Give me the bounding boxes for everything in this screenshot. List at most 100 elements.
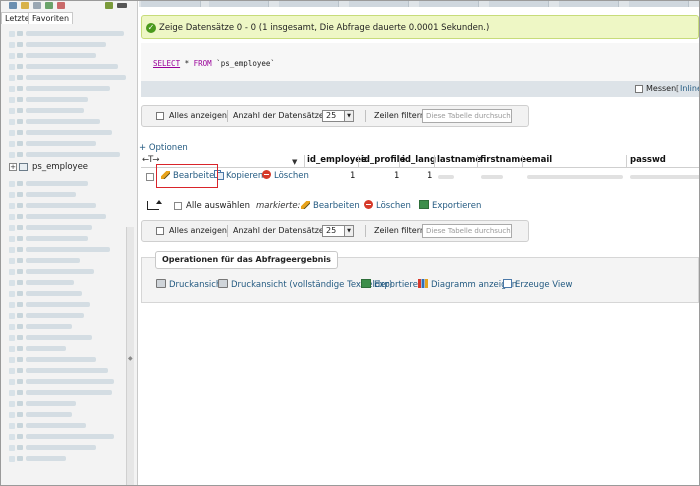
list-item[interactable]: [5, 234, 129, 243]
cell-lastname-blurred: [438, 175, 454, 179]
list-item[interactable]: [5, 73, 129, 82]
bulk-delete-link[interactable]: Löschen: [364, 198, 411, 214]
rows-select[interactable]: 25 ▼: [322, 225, 354, 237]
print-icon: [156, 279, 166, 288]
column-header-lastname[interactable]: lastname: [437, 153, 481, 167]
row-copy-link[interactable]: Kopieren: [214, 168, 263, 184]
profiling-label: Messen: [646, 84, 677, 93]
cell-email-blurred: [527, 175, 623, 179]
tab-sql[interactable]: [279, 1, 339, 7]
list-item[interactable]: [5, 51, 129, 60]
column-header-firstname[interactable]: firstname: [480, 153, 526, 167]
tab-import[interactable]: [559, 1, 619, 7]
list-item[interactable]: [5, 223, 129, 232]
row-checkbox[interactable]: [146, 173, 154, 181]
filter-input[interactable]: Diese Tabelle durchsuchen: [422, 109, 512, 123]
link-icon[interactable]: [117, 3, 127, 8]
list-item[interactable]: [5, 201, 129, 210]
main-content: ✓ Zeige Datensätze 0 - 0 (1 insgesamt, D…: [139, 1, 699, 485]
list-item[interactable]: [5, 311, 129, 320]
filter-label: Zeilen filtern:: [374, 111, 428, 120]
list-item[interactable]: [5, 388, 129, 397]
sidebar-item-ps-employee[interactable]: + ps_employee: [5, 161, 129, 173]
home-icon[interactable]: [9, 2, 17, 9]
tab-search[interactable]: [349, 1, 409, 7]
list-item[interactable]: [5, 128, 129, 137]
cell-id-profile: 1: [394, 171, 400, 181]
rows-select[interactable]: 25 ▼: [322, 110, 354, 122]
list-item[interactable]: [5, 377, 129, 386]
show-all-checkbox[interactable]: [156, 227, 164, 235]
sql-query-box: SELECT * FROM `ps_employee`: [141, 43, 699, 81]
list-item[interactable]: [5, 300, 129, 309]
list-item[interactable]: [5, 95, 129, 104]
scroll-arrow-icon[interactable]: ◆: [128, 355, 133, 362]
list-item[interactable]: [5, 256, 129, 265]
expand-icon[interactable]: +: [9, 163, 17, 171]
print-view-link[interactable]: Druckansicht: [156, 278, 225, 292]
bulk-edit-link[interactable]: Bearbeiten: [301, 198, 360, 214]
marked-label: markierte:: [256, 201, 301, 211]
query-icon[interactable]: [33, 2, 41, 9]
list-item[interactable]: [5, 62, 129, 71]
sql-from-keyword: FROM: [193, 59, 212, 68]
dropdown-arrow-icon[interactable]: ▼: [344, 226, 353, 236]
list-item[interactable]: [5, 267, 129, 276]
list-item[interactable]: [5, 333, 129, 342]
dropdown-arrow-icon[interactable]: ▼: [344, 111, 353, 121]
tab-operations[interactable]: [629, 1, 689, 7]
export-link[interactable]: Exportieren: [361, 278, 423, 292]
list-item[interactable]: [5, 410, 129, 419]
green-icon[interactable]: [105, 2, 113, 9]
create-view-link[interactable]: Erzeuge View: [503, 278, 572, 292]
list-item[interactable]: [5, 29, 129, 38]
highlight-box: [156, 164, 218, 188]
list-item[interactable]: [5, 40, 129, 49]
show-all-checkbox[interactable]: [156, 112, 164, 120]
docs-icon[interactable]: [45, 2, 53, 9]
tab-export[interactable]: [489, 1, 549, 7]
tab-insert[interactable]: [419, 1, 479, 7]
select-all-checkbox[interactable]: [174, 202, 182, 210]
list-item[interactable]: [5, 278, 129, 287]
sql-select-keyword[interactable]: SELECT: [153, 59, 180, 68]
bulk-export-link[interactable]: Exportieren: [419, 198, 481, 214]
options-link[interactable]: + Optionen: [139, 143, 188, 153]
list-item[interactable]: [5, 106, 129, 115]
list-item[interactable]: [5, 432, 129, 441]
list-item[interactable]: [5, 245, 129, 254]
bulk-actions-bar: Alle auswählen markierte: Bearbeiten Lös…: [141, 198, 699, 214]
list-item[interactable]: [5, 366, 129, 375]
navigation-sidebar: Letzte Favoriten + ps_employee ◆: [1, 1, 138, 485]
list-item[interactable]: [5, 139, 129, 148]
list-item[interactable]: [5, 212, 129, 221]
list-item[interactable]: [5, 399, 129, 408]
list-item[interactable]: [5, 150, 129, 159]
list-item[interactable]: [5, 443, 129, 452]
list-item[interactable]: [5, 179, 129, 188]
tab-structure[interactable]: [209, 1, 269, 7]
list-item[interactable]: [5, 355, 129, 364]
sidebar-scrollbar[interactable]: ◆: [126, 227, 134, 485]
logout-icon[interactable]: [21, 2, 29, 9]
list-item[interactable]: [5, 344, 129, 353]
inline-edit-link[interactable]: Inline: [680, 81, 699, 97]
list-item[interactable]: [5, 84, 129, 93]
tab-favorites[interactable]: Favoriten: [28, 12, 74, 24]
list-item[interactable]: [5, 322, 129, 331]
list-item[interactable]: [5, 421, 129, 430]
list-item[interactable]: [5, 117, 129, 126]
delete-icon: [262, 170, 271, 179]
row-delete-link[interactable]: Löschen: [262, 168, 309, 184]
list-item[interactable]: [5, 454, 129, 463]
reload-icon[interactable]: [57, 2, 65, 9]
list-item[interactable]: [5, 190, 129, 199]
select-all-label[interactable]: Alle auswählen: [186, 198, 250, 214]
column-header-id-lang[interactable]: id_lang: [402, 153, 436, 167]
tab-browse[interactable]: [141, 1, 201, 7]
list-item[interactable]: [5, 289, 129, 298]
profiling-checkbox[interactable]: [635, 85, 643, 93]
column-header-email[interactable]: email: [526, 153, 552, 167]
filter-input[interactable]: Diese Tabelle durchsuchen: [422, 224, 512, 238]
column-header-passwd[interactable]: passwd: [630, 153, 666, 167]
